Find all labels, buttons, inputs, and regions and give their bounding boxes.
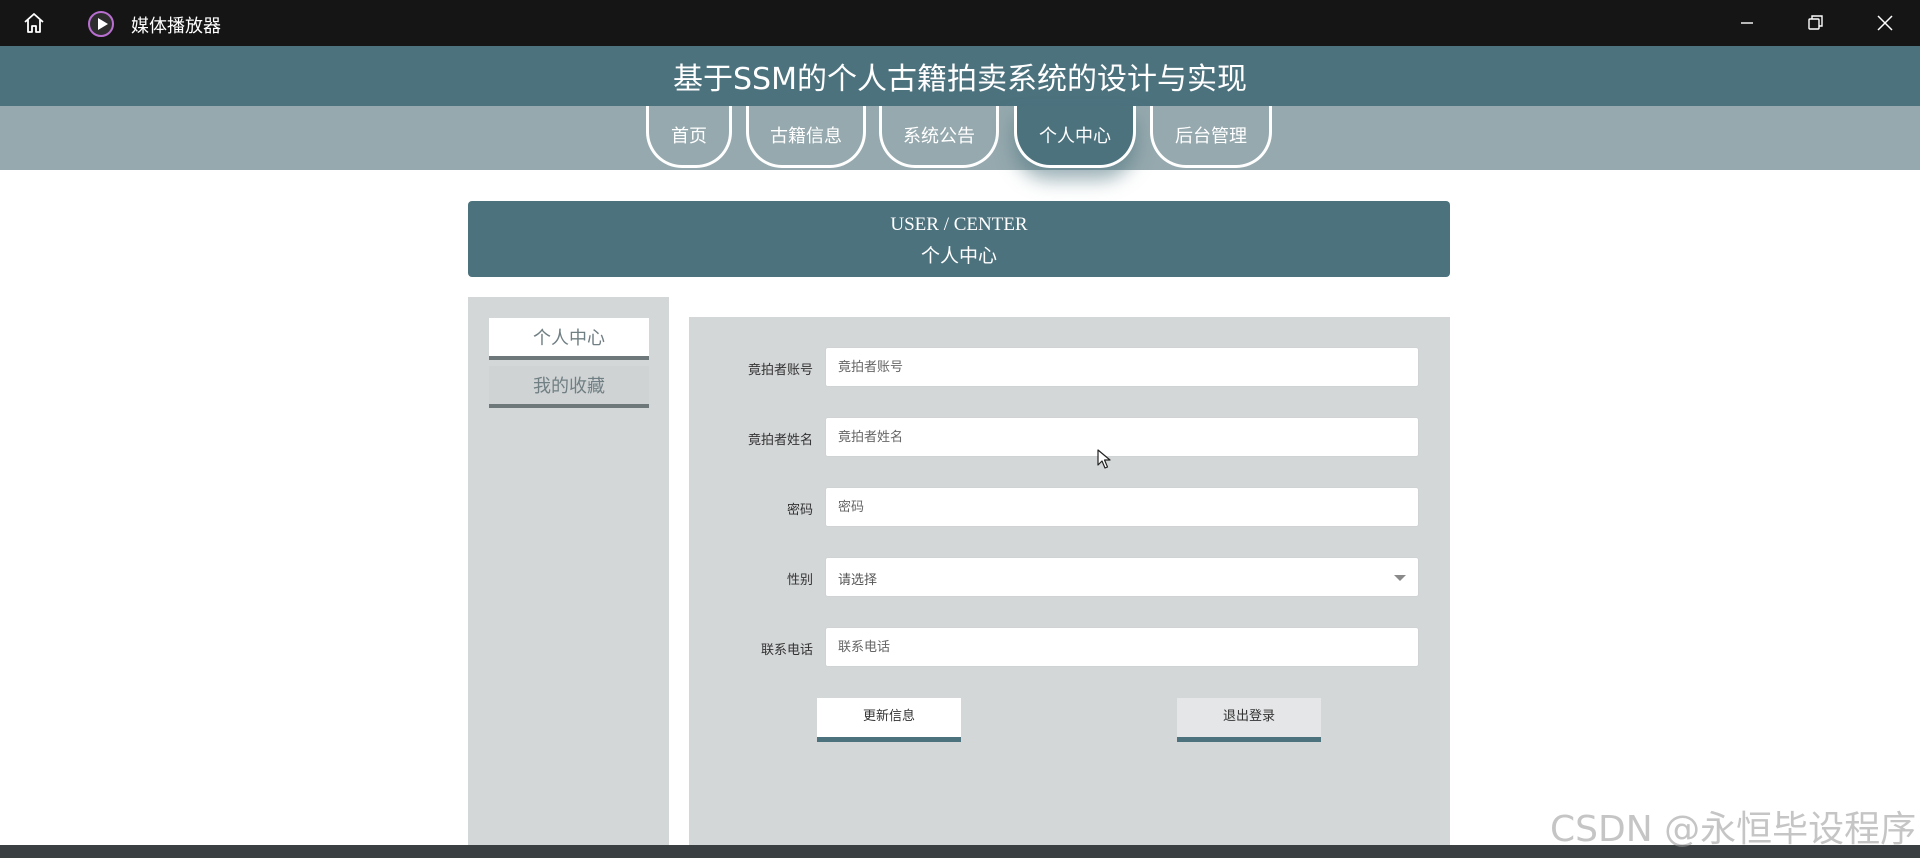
account-input[interactable]	[826, 348, 1418, 386]
nav-item-home[interactable]: 首页	[646, 106, 732, 168]
gender-label: 性别	[786, 573, 813, 588]
name-input[interactable]	[826, 418, 1418, 456]
site-title: 基于SSM的个人古籍拍卖系统的设计与实现	[673, 62, 1247, 97]
phone-field[interactable]	[825, 627, 1419, 667]
nav-item-admin[interactable]: 后台管理	[1150, 106, 1272, 168]
logout-button[interactable]: 退出登录	[1177, 698, 1321, 742]
account-label: 竟拍者账号	[747, 363, 813, 378]
chevron-down-icon	[1394, 575, 1406, 581]
password-field[interactable]	[825, 487, 1419, 527]
nav-item-books[interactable]: 古籍信息	[746, 106, 866, 168]
restore-icon[interactable]	[1800, 8, 1830, 38]
phone-label: 联系电话	[760, 643, 813, 658]
minimize-icon[interactable]	[1732, 8, 1762, 38]
banner-title-cn: 个人中心	[920, 245, 997, 267]
name-label: 竟拍者姓名	[747, 433, 813, 448]
site-header: 基于SSM的个人古籍拍卖系统的设计与实现	[0, 46, 1920, 106]
phone-input[interactable]	[826, 628, 1418, 666]
nav-item-user-center[interactable]: 个人中心	[1014, 106, 1136, 168]
play-icon	[88, 11, 114, 37]
side-item-favorites[interactable]: 我的收藏	[489, 366, 649, 408]
mouse-cursor-icon	[1097, 449, 1111, 469]
window-title-bar: 媒体播放器	[0, 0, 1920, 46]
nav-item-notice[interactable]: 系统公告	[879, 106, 999, 168]
app-title: 媒体播放器	[131, 16, 221, 37]
watermark: CSDN @永恒毕设程序	[1550, 809, 1917, 850]
home-icon[interactable]	[22, 11, 46, 35]
account-field[interactable]	[825, 347, 1419, 387]
banner-title-en: USER / CENTER	[890, 214, 1028, 235]
gender-select[interactable]: 请选择	[825, 557, 1419, 597]
update-info-button[interactable]: 更新信息	[817, 698, 961, 742]
side-item-user-center[interactable]: 个人中心	[489, 318, 649, 360]
side-menu: 个人中心 我的收藏	[468, 297, 669, 858]
name-field[interactable]	[825, 417, 1419, 457]
password-input[interactable]	[826, 488, 1418, 526]
page-banner: USER / CENTER 个人中心	[468, 201, 1450, 277]
gender-select-value: 请选择	[838, 573, 878, 588]
password-label: 密码	[786, 503, 813, 518]
close-icon[interactable]	[1870, 8, 1900, 38]
